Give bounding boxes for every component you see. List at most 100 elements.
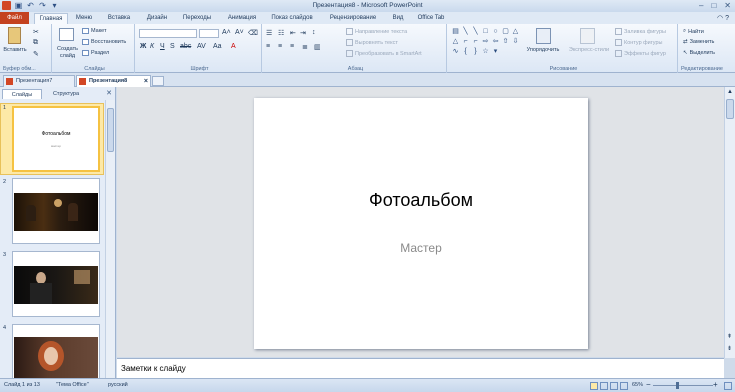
arrange-button[interactable]: Упорядочить — [523, 47, 563, 53]
shape-curve-icon[interactable]: ∿ — [451, 47, 460, 56]
tab-insert[interactable]: Вставка — [102, 13, 136, 24]
shrink-font-icon[interactable]: A˅ — [235, 29, 244, 36]
shape-textbox-icon[interactable]: ▤ — [451, 27, 460, 36]
shape-oval-icon[interactable]: ○ — [491, 27, 500, 36]
align-text-button[interactable]: Выровнять текст — [346, 39, 398, 46]
zoom-in-icon[interactable]: + — [713, 380, 718, 389]
underline-icon[interactable]: Ч — [160, 43, 165, 50]
justify-icon[interactable]: ≣ — [302, 43, 308, 51]
replace-button[interactable]: ⇄ Заменить — [683, 39, 714, 45]
new-tab-button[interactable] — [152, 76, 164, 86]
new-slide-icon[interactable] — [59, 28, 74, 41]
shapes-gallery[interactable]: ▤ ╲ ╲ □ ○ ▢ △ △ ⌐ ⌐ ⇨ ⇦ ⇧ ⇩ ∿ { } ☆ ▾ — [451, 27, 520, 59]
slide-title-placeholder[interactable]: Фотоальбом — [254, 190, 588, 211]
normal-view-icon[interactable] — [590, 382, 598, 390]
shape-roundrect-icon[interactable]: ▢ — [501, 27, 510, 36]
shape-brace2-icon[interactable]: } — [471, 47, 480, 56]
find-button[interactable]: ⌕ Найти — [683, 28, 704, 35]
shape-fill-button[interactable]: Заливка фигуры — [615, 28, 666, 35]
font-name-select[interactable] — [139, 29, 197, 38]
reading-view-icon[interactable] — [610, 382, 618, 390]
slide-thumbnail-4[interactable]: 4 — [0, 323, 106, 383]
align-right-icon[interactable]: ≡ — [290, 43, 294, 50]
slide-subtitle-placeholder[interactable]: Мастер — [254, 241, 588, 255]
tab-review[interactable]: Рецензирование — [322, 13, 384, 24]
zoom-level[interactable]: 65% — [632, 382, 643, 388]
line-spacing-icon[interactable]: ↕ — [312, 29, 316, 36]
tab-slides[interactable]: Слайды — [2, 89, 42, 99]
select-button[interactable]: ↖ Выделить — [683, 50, 715, 56]
italic-icon[interactable]: К — [150, 43, 154, 50]
tab-transitions[interactable]: Переходы — [177, 13, 217, 24]
decrease-indent-icon[interactable]: ⇤ — [290, 29, 296, 37]
clear-format-icon[interactable]: ⌫ — [248, 29, 258, 37]
shape-elbow2-icon[interactable]: ⌐ — [471, 37, 480, 46]
language-indicator[interactable]: русский — [108, 382, 128, 388]
shape-arrow-up-icon[interactable]: ⇧ — [501, 37, 510, 46]
tab-home[interactable]: Главная — [34, 13, 68, 24]
close-button[interactable]: ✕ — [724, 1, 731, 10]
shape-arrow-down-icon[interactable]: ⇩ — [511, 37, 520, 46]
shape-brace-icon[interactable]: { — [461, 47, 470, 56]
bullets-icon[interactable]: ☰ — [266, 29, 272, 37]
shape-arrow-right-icon[interactable]: ⇨ — [481, 37, 490, 46]
tab-design[interactable]: Дизайн — [140, 13, 174, 24]
tab-outline[interactable]: Структура — [44, 89, 88, 99]
paste-icon[interactable] — [8, 27, 21, 44]
close-pane-icon[interactable]: ✕ — [106, 89, 112, 97]
scrollbar-thumb[interactable] — [726, 99, 734, 119]
zoom-slider-knob[interactable] — [676, 382, 679, 389]
shape-line-icon[interactable]: ╲ — [461, 27, 470, 36]
copy-icon[interactable]: ⧉ — [33, 39, 38, 47]
shape-effects-button[interactable]: Эффекты фигур — [615, 50, 666, 57]
scroll-up-icon[interactable]: ▲ — [727, 89, 733, 95]
format-painter-icon[interactable]: ✎ — [33, 50, 39, 58]
close-tab-icon[interactable]: × — [144, 76, 148, 87]
shape-elbow-icon[interactable]: ⌐ — [461, 37, 470, 46]
help-icon[interactable]: ◠ ? — [717, 14, 729, 22]
quick-styles-icon[interactable] — [580, 28, 595, 44]
bold-icon[interactable]: Ж — [140, 43, 146, 50]
align-center-icon[interactable]: ≡ — [278, 43, 282, 50]
reset-button[interactable]: Восстановить — [82, 39, 126, 45]
tab-file[interactable]: Файл — [0, 12, 29, 24]
shape-triangle-icon[interactable]: △ — [511, 27, 520, 36]
paste-button[interactable]: Вставить — [2, 47, 28, 53]
shape-line2-icon[interactable]: ╲ — [471, 27, 480, 36]
minimize-button[interactable]: – — [699, 1, 703, 10]
numbering-icon[interactable]: ☷ — [278, 29, 284, 37]
tab-view[interactable]: Вид — [387, 13, 409, 24]
slide-thumbnail-1[interactable]: 1 Фотоальбом мастер — [0, 103, 106, 175]
align-left-icon[interactable]: ≡ — [266, 43, 270, 50]
change-case-icon[interactable]: Aa — [213, 43, 222, 50]
section-button[interactable]: Раздел — [82, 50, 109, 56]
smartart-button[interactable]: Преобразовать в SmartArt — [346, 50, 422, 57]
text-direction-button[interactable]: Направление текста — [346, 28, 407, 35]
slide-thumbnail-3[interactable]: 3 — [0, 250, 106, 320]
shadow-icon[interactable]: S — [170, 43, 175, 50]
shape-more-icon[interactable]: ▾ — [491, 47, 500, 56]
arrange-icon[interactable] — [536, 28, 551, 44]
new-slide-button[interactable]: Создать слайд — [54, 46, 81, 60]
slides-pane-scrollbar[interactable] — [105, 100, 115, 378]
font-size-select[interactable] — [199, 29, 219, 38]
spacing-icon[interactable]: AV — [197, 43, 206, 50]
maximize-button[interactable]: □ — [711, 1, 716, 10]
increase-indent-icon[interactable]: ⇥ — [300, 29, 306, 37]
shape-arrow-left-icon[interactable]: ⇦ — [491, 37, 500, 46]
doc-tab-prezentatsiya7[interactable]: Презентация7 — [3, 75, 75, 87]
zoom-slider[interactable] — [653, 385, 713, 386]
tab-menu[interactable]: Меню — [70, 13, 98, 24]
grow-font-icon[interactable]: A˄ — [222, 29, 231, 36]
font-color-icon[interactable]: A — [231, 43, 236, 50]
scrollbar-thumb[interactable] — [107, 108, 114, 152]
editor-scrollbar[interactable]: ▲ ⇞ ⇟ — [724, 87, 735, 358]
prev-slide-icon[interactable]: ⇞ — [727, 333, 732, 340]
strikethrough-icon[interactable]: abc — [180, 43, 191, 50]
doc-tab-prezentatsiya8[interactable]: Презентация8 × — [76, 75, 151, 87]
cut-icon[interactable]: ✂ — [33, 28, 39, 36]
layout-button[interactable]: Макет — [82, 28, 107, 34]
notes-pane[interactable]: Заметки к слайду — [117, 358, 724, 378]
slide-sorter-icon[interactable] — [600, 382, 608, 390]
shape-star-icon[interactable]: ☆ — [481, 47, 490, 56]
